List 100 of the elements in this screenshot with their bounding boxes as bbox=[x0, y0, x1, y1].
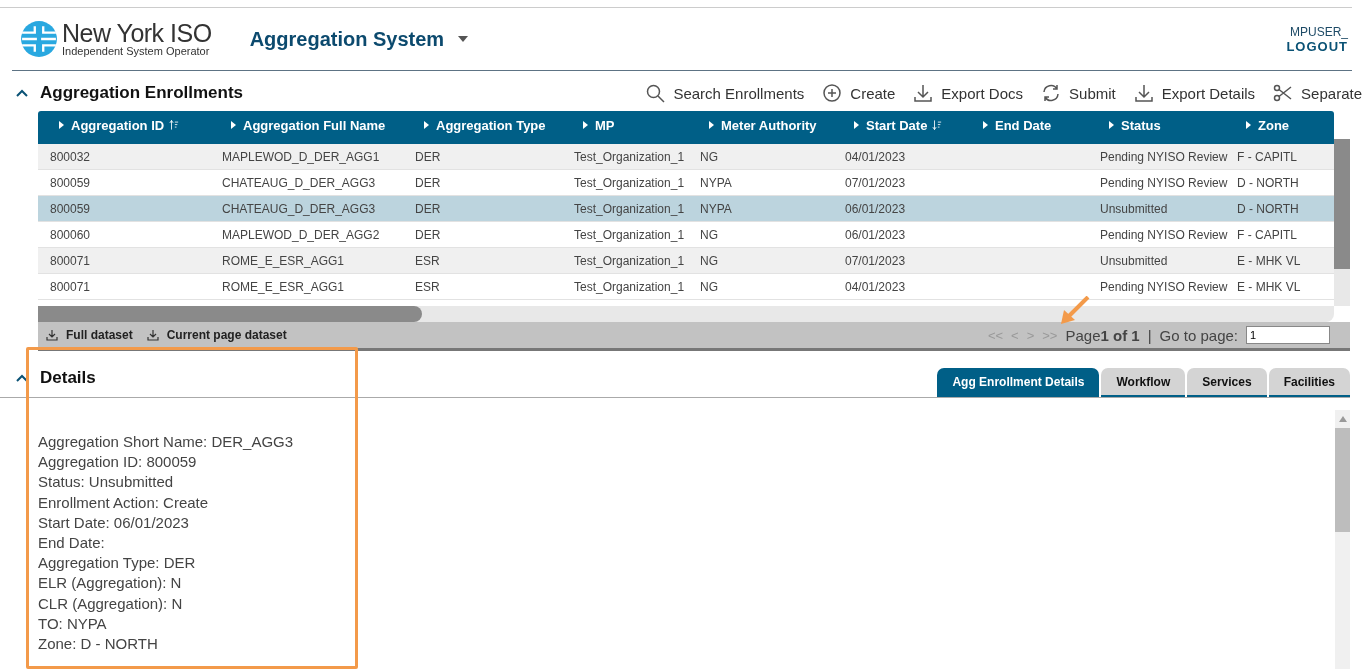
table-cell-text: DER bbox=[414, 201, 442, 216]
column-header[interactable]: Meter Authority bbox=[688, 117, 833, 133]
scroll-up-icon bbox=[1338, 416, 1347, 422]
toolbar-button[interactable]: Create bbox=[822, 83, 896, 103]
toolbar-button[interactable]: Export Docs bbox=[913, 83, 1024, 103]
section-title: Details bbox=[40, 368, 96, 388]
table-cell-text: NYPA bbox=[699, 201, 733, 216]
table-cell-text: Unsubmitted bbox=[1099, 201, 1169, 216]
download-icon bbox=[1133, 83, 1154, 103]
collapse-chevron-icon[interactable] bbox=[16, 89, 28, 97]
detail-line: Aggregation Type: DER bbox=[38, 553, 197, 574]
table-cell-text: Test_Organization_1 bbox=[573, 227, 686, 242]
table-cell-text: D - NORTH bbox=[1236, 175, 1300, 190]
detail-line: End Date: bbox=[38, 533, 106, 553]
table-cell-text: DER bbox=[414, 227, 442, 242]
table-cell-text: MAPLEWOD_D_DER_AGG1 bbox=[221, 149, 381, 164]
table-cell-text: 800032 bbox=[49, 149, 92, 164]
table-cell-text: F - CAPITL bbox=[1236, 149, 1298, 164]
table-cell-text: 07/01/2023 bbox=[844, 175, 907, 190]
table-cell-text: ROME_E_ESR_AGG1 bbox=[221, 279, 346, 294]
tab[interactable]: Workflow bbox=[1101, 368, 1186, 397]
scrollbar[interactable] bbox=[1334, 139, 1350, 306]
table-cell-text: Test_Organization_1 bbox=[573, 149, 686, 164]
scissors-icon bbox=[1273, 83, 1294, 103]
table-cell-text: 04/01/2023 bbox=[844, 279, 907, 294]
column-header[interactable]: Start Date bbox=[833, 117, 962, 133]
tab[interactable]: Services bbox=[1187, 368, 1267, 397]
table-cell-text: D - NORTH bbox=[1236, 201, 1300, 216]
table-cell-text: NG bbox=[699, 279, 719, 294]
detail-line: Status: Unsubmitted bbox=[38, 472, 175, 493]
table-cell-text: NG bbox=[699, 253, 719, 268]
table-cell-text: E - MHK VL bbox=[1236, 253, 1302, 268]
download-icon bbox=[46, 329, 58, 341]
download-icon bbox=[146, 329, 159, 341]
logout-link[interactable]: LOGOUT bbox=[1286, 38, 1348, 54]
scrollbar[interactable] bbox=[38, 306, 1334, 322]
table-row[interactable]: 800032 MAPLEWOD_D_DER_AGG1 DER Test_Organization_1 NG 04/01/2023 Pending NYISO Review F - CAPITL bbox=[38, 144, 1334, 170]
download-link[interactable]: Full dataset bbox=[46, 328, 133, 342]
plus-circle-icon bbox=[822, 83, 843, 103]
app-title: Aggregation System bbox=[249, 27, 445, 51]
caret-icon[interactable] bbox=[458, 36, 469, 42]
expand-arrow-icon bbox=[228, 119, 238, 131]
column-header[interactable]: Zone bbox=[1225, 117, 1334, 133]
toolbar-button[interactable]: Submit bbox=[1041, 83, 1116, 103]
expand-arrow-icon bbox=[421, 119, 431, 131]
table-cell-text: F - CAPITL bbox=[1236, 227, 1298, 242]
table-cell-text: DER bbox=[414, 149, 442, 164]
column-header[interactable]: End Date bbox=[962, 117, 1088, 133]
detail-line: Enrollment Action: Create bbox=[38, 492, 210, 513]
table-row[interactable]: 800071 ROME_E_ESR_AGG1 ESR Test_Organization_1 NG 07/01/2023 Unsubmitted E - MHK VL bbox=[38, 248, 1334, 274]
column-header[interactable]: Aggregation Type bbox=[403, 117, 562, 133]
table-cell-text: NYPA bbox=[699, 175, 733, 190]
go-to-page-label: Go to page: bbox=[1159, 326, 1238, 344]
table-cell-text: 06/01/2023 bbox=[844, 227, 907, 242]
detail-line: Start Date: 06/01/2023 bbox=[38, 512, 190, 533]
scroll-thumb[interactable] bbox=[38, 306, 422, 322]
column-header[interactable]: Status bbox=[1088, 117, 1225, 133]
toolbar-button[interactable]: Separate bbox=[1273, 83, 1362, 103]
scroll-thumb[interactable] bbox=[1334, 139, 1350, 269]
table-cell-text: Test_Organization_1 bbox=[573, 279, 686, 294]
expand-arrow-icon bbox=[1106, 119, 1116, 131]
scrollbar[interactable] bbox=[1335, 410, 1350, 669]
expand-arrow-icon bbox=[851, 119, 861, 131]
expand-arrow-icon bbox=[706, 119, 716, 131]
logo-subtitle: Independent System Operator bbox=[62, 45, 211, 57]
detail-line: Aggregation ID: 800059 bbox=[38, 452, 198, 473]
section-title: Aggregation Enrollments bbox=[40, 83, 244, 103]
column-header[interactable]: MP bbox=[562, 117, 688, 133]
table-cell-text: Unsubmitted bbox=[1099, 253, 1169, 268]
detail-line: ELR (Aggregation): N bbox=[38, 573, 183, 594]
download-link[interactable]: Current page dataset bbox=[146, 328, 287, 342]
logo-title: New York ISO bbox=[62, 21, 212, 45]
expand-arrow-icon bbox=[980, 119, 990, 131]
expand-arrow-icon bbox=[580, 119, 590, 131]
table-row[interactable]: 800059 CHATEAUG_D_DER_AGG3 DER Test_Organization_1 NYPA 06/01/2023 Unsubmitted D - NORTH bbox=[38, 196, 1334, 222]
detail-line: Aggregation Short Name: DER_AGG3 bbox=[38, 432, 295, 452]
table-cell-text: E - MHK VL bbox=[1236, 279, 1302, 294]
table-cell-text: 800059 bbox=[49, 201, 92, 216]
scroll-thumb[interactable] bbox=[1335, 428, 1350, 532]
table-cell-text: Test_Organization_1 bbox=[573, 201, 686, 216]
table-cell-text: Test_Organization_1 bbox=[573, 253, 686, 268]
detail-line: Zone: D - NORTH bbox=[38, 634, 159, 655]
tab[interactable]: Agg Enrollment Details bbox=[937, 368, 1100, 397]
column-header[interactable]: Aggregation Full Name bbox=[210, 117, 403, 133]
download-icon bbox=[913, 83, 934, 103]
column-header[interactable]: Aggregation ID bbox=[38, 117, 210, 133]
table-cell-text: CHATEAUG_D_DER_AGG3 bbox=[221, 201, 377, 216]
table-cell-text: ROME_E_ESR_AGG1 bbox=[221, 253, 346, 268]
table-cell-text: 800059 bbox=[49, 175, 92, 190]
page-input[interactable]: 1 bbox=[1246, 326, 1330, 344]
table-cell-text: Test_Organization_1 bbox=[573, 175, 686, 190]
collapse-chevron-icon[interactable] bbox=[16, 374, 28, 382]
table-cell-text: ESR bbox=[414, 279, 441, 294]
table-cell-text: 800060 bbox=[49, 227, 92, 242]
table-cell-text: 04/01/2023 bbox=[844, 149, 907, 164]
tab[interactable]: Facilities bbox=[1268, 368, 1350, 397]
toolbar-button[interactable]: Search Enrollments bbox=[645, 83, 805, 103]
table-cell-text: MAPLEWOD_D_DER_AGG2 bbox=[221, 227, 381, 242]
refresh-icon bbox=[1041, 83, 1062, 103]
toolbar-button[interactable]: Export Details bbox=[1133, 83, 1256, 103]
